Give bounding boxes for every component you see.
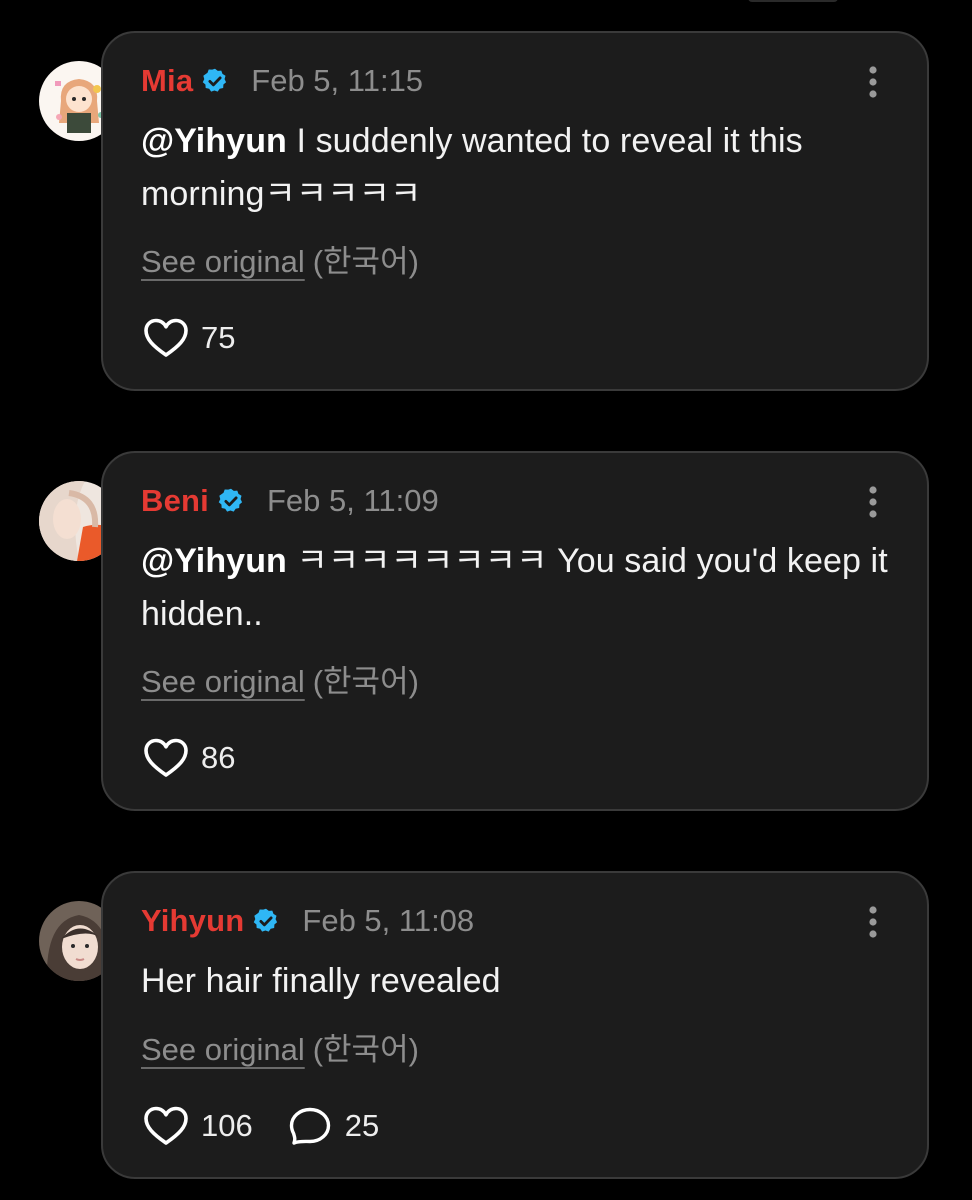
translation-row: See original (한국어) xyxy=(141,236,419,281)
comment-actions: 106 25 xyxy=(143,1106,415,1146)
more-vertical-icon[interactable] xyxy=(867,485,879,519)
original-language: (한국어) xyxy=(312,244,419,279)
reply-button[interactable]: 25 xyxy=(289,1106,379,1146)
like-count: 86 xyxy=(201,740,236,775)
comment-header: Beni Feb 5, 11:09 xyxy=(141,481,439,521)
mention-link[interactable]: @Yihyun xyxy=(141,122,287,160)
heart-icon xyxy=(144,1106,188,1145)
see-original-link[interactable]: See original xyxy=(141,664,305,699)
verified-badge-icon xyxy=(203,68,227,92)
heart-icon xyxy=(144,318,188,357)
comment-actions: 75 xyxy=(143,318,271,358)
username[interactable]: Beni xyxy=(141,483,209,519)
comment-header: Yihyun Feb 5, 11:08 xyxy=(141,901,474,941)
username[interactable]: Mia xyxy=(141,63,193,99)
heart-icon xyxy=(144,738,188,777)
like-button[interactable]: 106 xyxy=(143,1106,253,1146)
like-count: 75 xyxy=(201,320,236,355)
original-language: (한국어) xyxy=(312,664,419,699)
comment-card[interactable]: Yihyun Feb 5, 11:08 Her hair finally rev… xyxy=(101,871,929,1179)
comment-thread: Mia Feb 5, 11:15 @Yihyun I suddenly want… xyxy=(0,0,972,1200)
speech-bubble-icon xyxy=(289,1107,330,1145)
previous-element-edge xyxy=(748,0,838,2)
more-vertical-icon[interactable] xyxy=(867,65,879,99)
verified-badge-icon xyxy=(218,488,243,512)
timestamp: Feb 5, 11:15 xyxy=(251,63,424,98)
comment-body: Her hair finally revealed xyxy=(141,962,501,1000)
mention-link[interactable]: @Yihyun xyxy=(141,542,287,580)
comment-card[interactable]: Beni Feb 5, 11:09 @Yihyun ㅋㅋㅋㅋㅋㅋㅋㅋ You s… xyxy=(101,451,929,811)
username[interactable]: Yihyun xyxy=(141,903,244,939)
verified-badge-icon xyxy=(254,908,278,932)
original-language: (한국어) xyxy=(312,1032,419,1067)
like-button[interactable]: 75 xyxy=(143,318,235,358)
like-count: 106 xyxy=(201,1108,253,1143)
timestamp: Feb 5, 11:08 xyxy=(302,903,475,938)
translation-row: See original (한국어) xyxy=(141,1024,419,1069)
comment-text: Her hair finally revealed xyxy=(141,955,901,1008)
see-original-link[interactable]: See original xyxy=(141,1032,305,1067)
reply-count: 25 xyxy=(344,1108,380,1143)
comment-text: @Yihyun ㅋㅋㅋㅋㅋㅋㅋㅋ You said you'd keep it … xyxy=(141,535,901,641)
more-vertical-icon[interactable] xyxy=(867,905,879,939)
like-button[interactable]: 86 xyxy=(143,738,235,778)
comment-header: Mia Feb 5, 11:15 xyxy=(141,61,423,101)
timestamp: Feb 5, 11:09 xyxy=(266,483,439,518)
see-original-link[interactable]: See original xyxy=(141,244,305,279)
translation-row: See original (한국어) xyxy=(141,656,419,701)
comment-text: @Yihyun I suddenly wanted to reveal it t… xyxy=(141,115,901,221)
comment-actions: 86 xyxy=(143,738,271,778)
comment-card[interactable]: Mia Feb 5, 11:15 @Yihyun I suddenly want… xyxy=(101,31,929,391)
